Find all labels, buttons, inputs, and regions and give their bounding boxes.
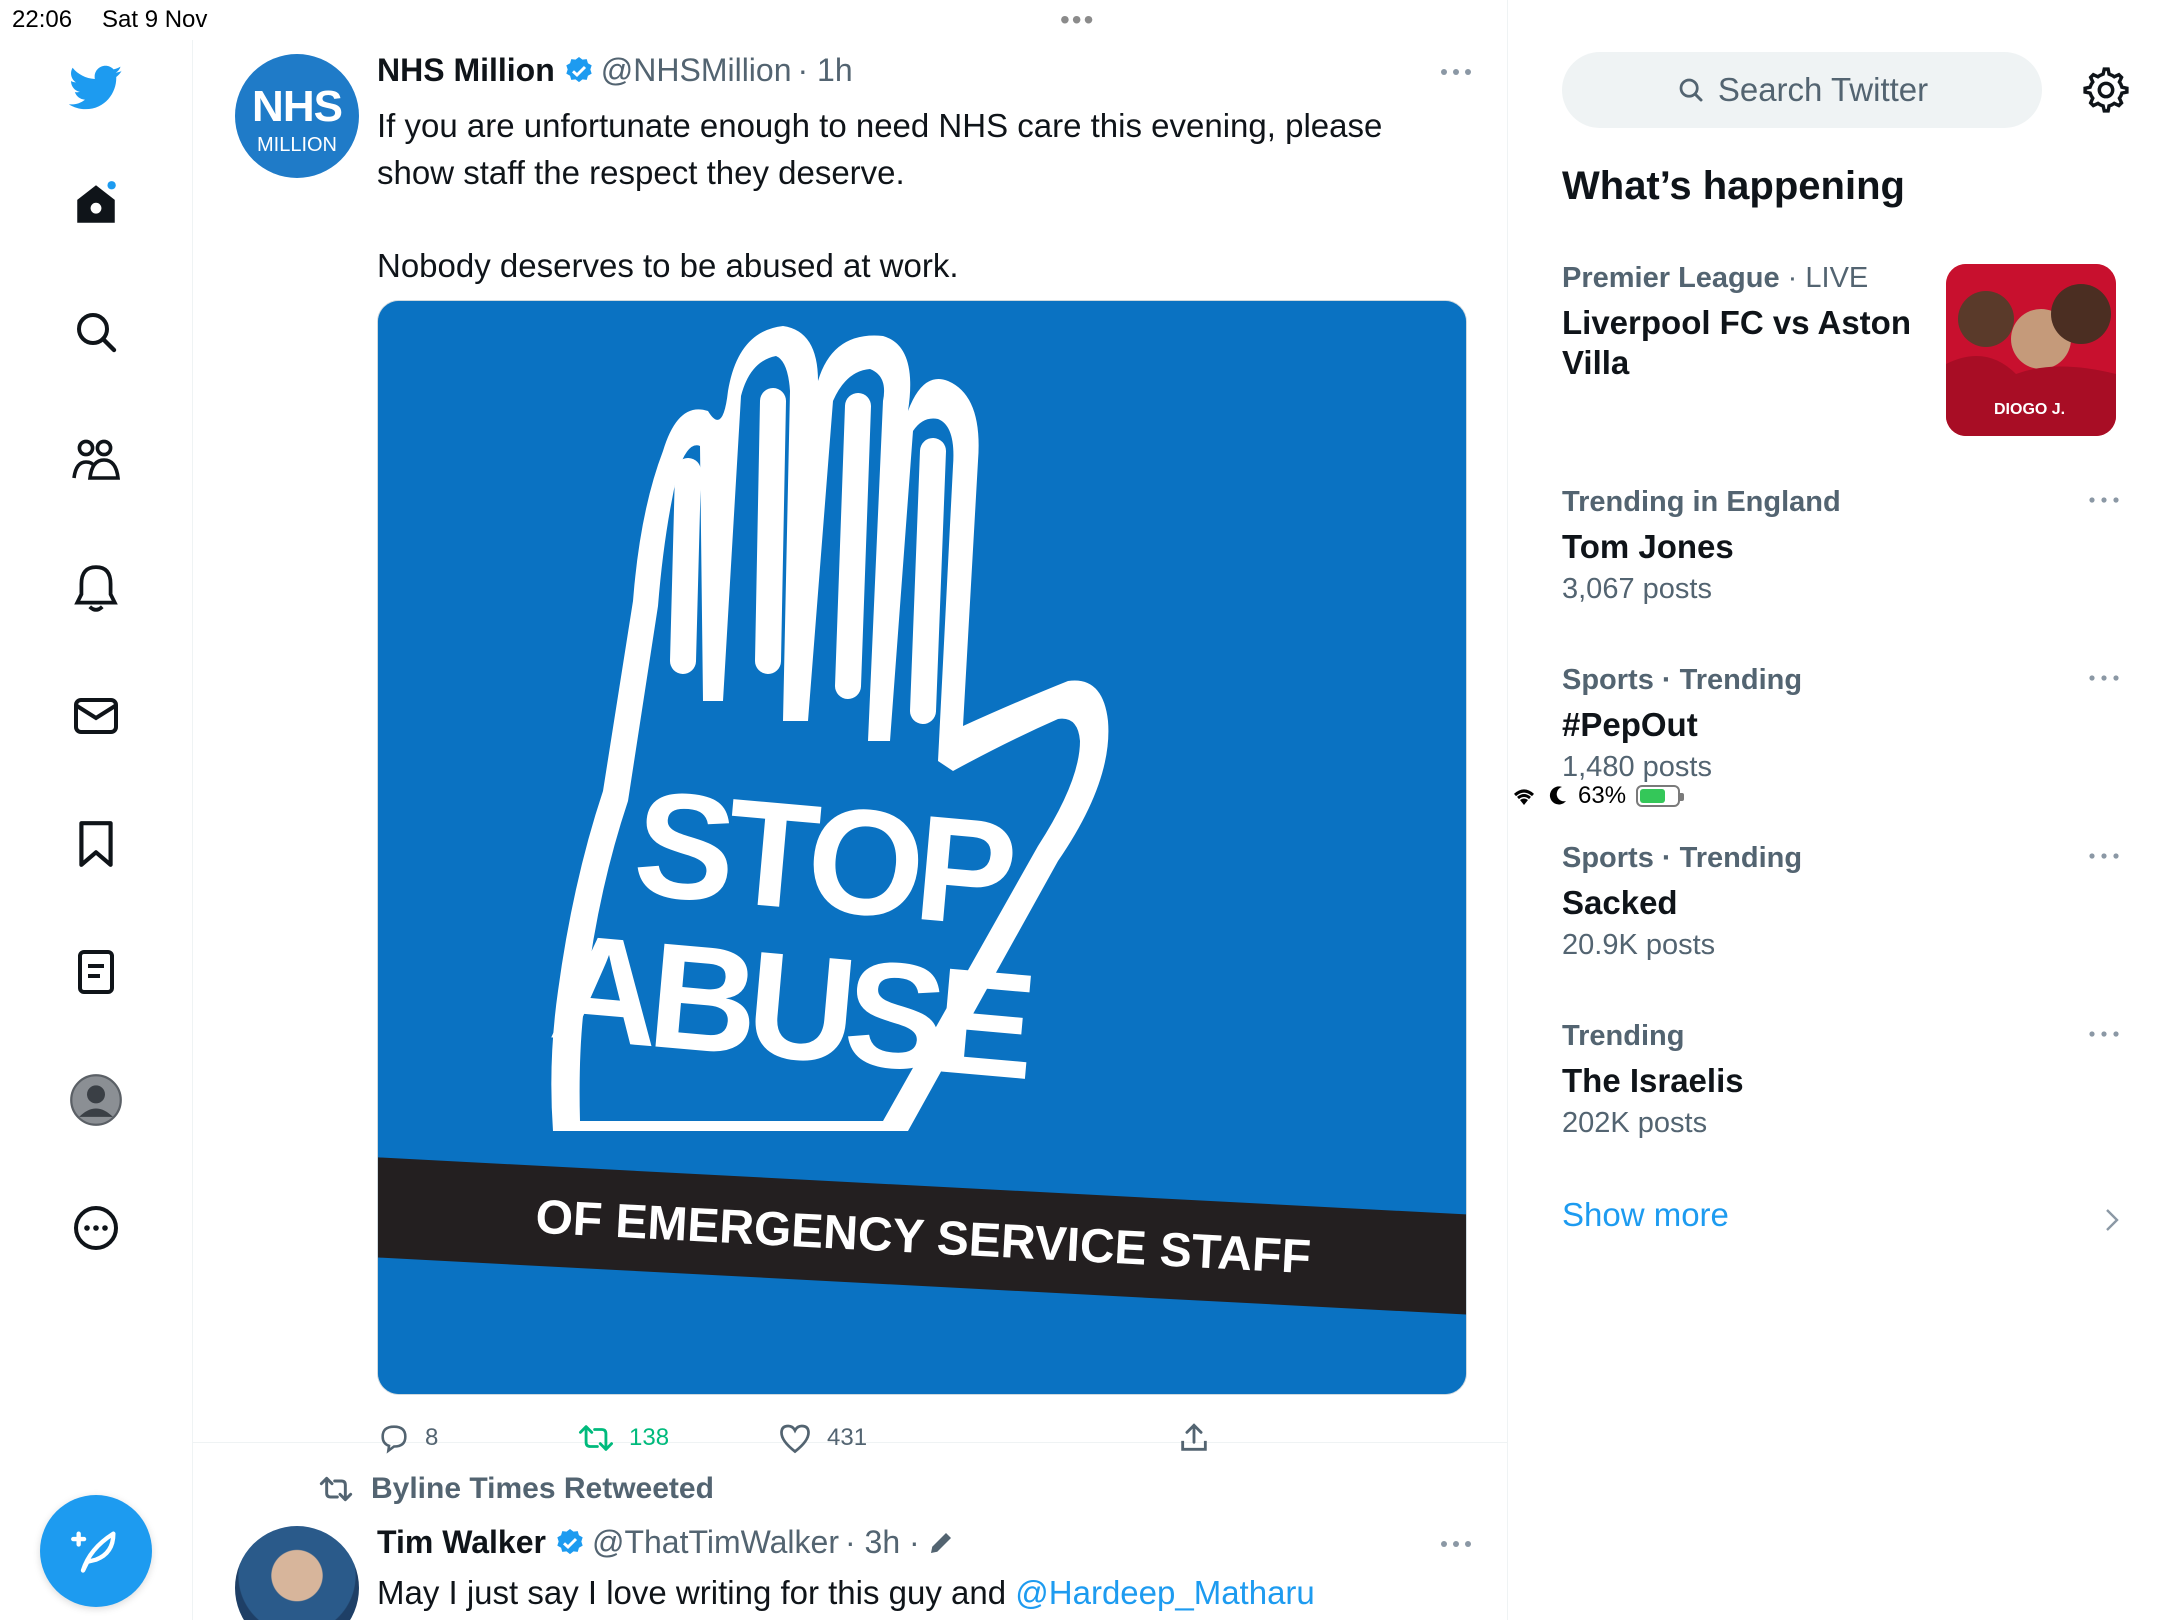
trend-live-label: · LIVE — [1787, 262, 1869, 294]
settings-button[interactable] — [2078, 62, 2134, 118]
author-handle[interactable]: @ThatTimWalker — [592, 1524, 839, 1561]
status-date: Sat 9 Nov — [102, 6, 208, 33]
tweet-header: NHS Million @NHSMillion · 1h — [377, 52, 853, 89]
tweet[interactable]: Byline Times Retweeted Tim Walker @ThatT… — [193, 1444, 1508, 1620]
author-name[interactable]: NHS Million — [377, 52, 555, 89]
trend-meta: Trending — [1562, 1020, 1685, 1052]
author-name[interactable]: Tim Walker — [377, 1524, 546, 1561]
author-avatar[interactable]: NHS MILLION — [235, 54, 359, 178]
trend-category-label: Premier League — [1562, 262, 1780, 294]
trend-item[interactable]: Sports · Trending Sacked 20.9K posts — [1562, 842, 2122, 962]
stop-abuse-hand-image: STOP ABUSE OF EMERGENCY SERVICE STAFF — [378, 301, 1466, 1394]
trend-title: Liverpool FC vs Aston Villa — [1562, 304, 1911, 381]
trend-count: 3,067 posts — [1562, 573, 1712, 605]
profile-avatar-icon[interactable] — [66, 1070, 126, 1130]
chevron-right-icon[interactable] — [2102, 1206, 2122, 1234]
left-navigation — [0, 40, 193, 1620]
tweet-timestamp[interactable]: · 1h — [798, 52, 853, 89]
trend-more-icon[interactable] — [2086, 848, 2122, 864]
right-sidebar: Search Twitter What’s happening Premier … — [1510, 40, 2160, 1620]
explore-search-icon[interactable] — [66, 302, 126, 362]
status-time: 22:06 — [12, 6, 73, 33]
notifications-bell-icon[interactable] — [66, 558, 126, 618]
verified-badge-icon — [557, 1528, 583, 1554]
tweet-more-icon[interactable] — [1436, 1534, 1476, 1554]
trend-count: 1,480 posts — [1562, 751, 1712, 783]
show-more-link[interactable]: Show more — [1562, 1196, 1729, 1234]
whats-happening-title: What’s happening — [1562, 164, 1905, 208]
trend-title: Tom Jones — [1562, 528, 1734, 565]
avatar-text-million: MILLION — [256, 134, 338, 156]
trend-count: 202K posts — [1562, 1107, 1708, 1139]
trend-title: Sacked — [1562, 884, 1678, 921]
lists-icon[interactable] — [66, 942, 126, 1002]
trend-item[interactable]: Sports · Trending #PepOut 1,480 posts — [1562, 664, 2122, 784]
tweet-timestamp[interactable]: · 3h · — [845, 1524, 920, 1561]
trend-count: 20.9K posts — [1562, 929, 1716, 961]
trend-item[interactable]: Trending in England Tom Jones 3,067 post… — [1562, 486, 2122, 606]
compose-tweet-button[interactable] — [40, 1495, 152, 1607]
search-placeholder: Search Twitter — [1717, 71, 1929, 108]
avatar-text-nhs: NHS — [252, 82, 343, 131]
search-input[interactable]: Search Twitter — [1562, 52, 2042, 128]
tweet-text-paragraph: Nobody deserves to be abused at work. — [377, 247, 959, 284]
trend-thumbnail[interactable]: DIOGO J. — [1946, 264, 2116, 436]
tweet-text-paragraph: If you are unfortunate enough to need NH… — [377, 107, 1383, 191]
tweet-text-body: May I just say I love writing for this g… — [377, 1574, 1016, 1611]
trend-meta: Sports · Trending — [1562, 664, 1803, 696]
trend-title: #PepOut — [1562, 706, 1698, 743]
compose-feather-icon — [71, 1531, 116, 1573]
thumb-jersey-text: DIOGO J. — [1994, 401, 2065, 418]
communities-icon[interactable] — [66, 430, 126, 490]
retweet-context-icon — [319, 1476, 353, 1502]
more-options-icon[interactable] — [66, 1198, 126, 1258]
edited-pencil-icon[interactable] — [926, 1528, 956, 1558]
twitter-logo-icon[interactable] — [66, 58, 126, 118]
author-avatar[interactable] — [235, 1526, 359, 1620]
tweet-header: Tim Walker @ThatTimWalker · 3h · — [377, 1524, 956, 1561]
timeline: NHS MILLION NHS Million @NHSMillion · 1h… — [193, 0, 1508, 1620]
search-icon — [1679, 78, 1703, 102]
trend-more-icon[interactable] — [2086, 1026, 2122, 1042]
trend-item-featured[interactable]: Premier League · LIVE Liverpool FC vs As… — [1562, 262, 1942, 383]
trend-more-icon[interactable] — [2086, 492, 2122, 508]
trend-meta: Trending in England — [1562, 486, 1841, 518]
tweet-text: May I just say I love writing for this g… — [377, 1574, 1315, 1612]
trend-more-icon[interactable] — [2086, 670, 2122, 686]
trend-item[interactable]: Trending The Israelis 202K posts — [1562, 1020, 2122, 1140]
retweet-context: Byline Times Retweeted — [317, 1472, 714, 1506]
verified-badge-icon — [566, 56, 592, 82]
mention-link[interactable]: @Hardeep_Matharu — [1015, 1574, 1315, 1611]
trend-category: Premier League · LIVE — [1562, 262, 1942, 295]
tweet-more-icon[interactable] — [1436, 62, 1476, 82]
trend-title: The Israelis — [1562, 1062, 1744, 1099]
home-icon[interactable] — [66, 174, 126, 234]
bookmarks-icon[interactable] — [66, 814, 126, 874]
trend-meta: Sports · Trending — [1562, 842, 1803, 874]
author-handle[interactable]: @NHSMillion — [601, 52, 792, 89]
tweet-image[interactable]: STOP ABUSE OF EMERGENCY SERVICE STAFF — [377, 300, 1467, 1395]
tweet[interactable]: NHS MILLION NHS Million @NHSMillion · 1h… — [193, 40, 1508, 1454]
retweeted-by-label[interactable]: Byline Times Retweeted — [371, 1472, 714, 1506]
messages-mail-icon[interactable] — [66, 686, 126, 746]
gear-icon — [2083, 67, 2129, 113]
